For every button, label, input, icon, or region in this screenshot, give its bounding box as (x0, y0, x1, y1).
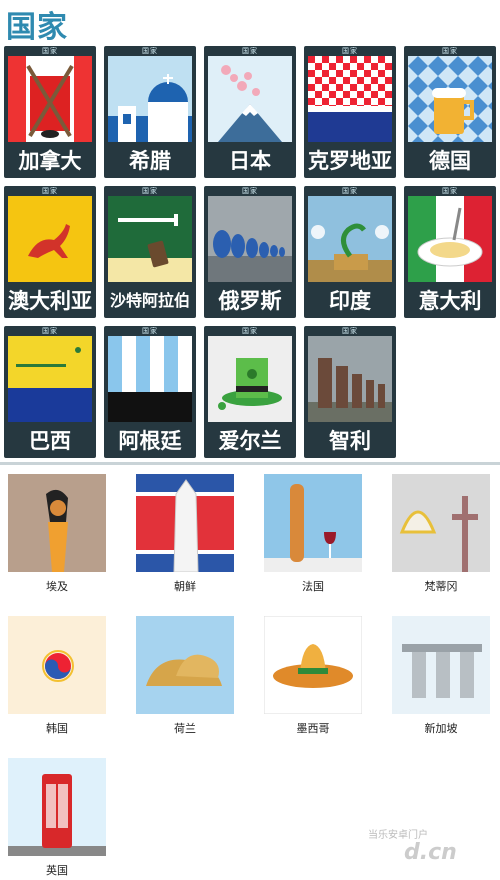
greece-church-icon (108, 56, 192, 142)
india-snake-icon (308, 196, 392, 282)
card-tag: 国家 (342, 47, 358, 55)
australia-kangaroo-icon (8, 196, 92, 282)
card-label: 沙特阿拉伯 (109, 291, 190, 310)
card-tag: 国家 (42, 327, 58, 335)
card-tag: 国家 (142, 187, 158, 195)
tile-label: 法国 (302, 580, 324, 593)
tile-south-korea[interactable]: 韩国 (8, 616, 106, 736)
saudi-sword-icon (108, 196, 192, 282)
card-saudi-arabia[interactable]: 国家 沙特阿拉伯 (104, 186, 196, 318)
card-russia[interactable]: 国家 俄罗斯 (204, 186, 296, 318)
card-canada[interactable]: 国家 加拿大 (4, 46, 96, 178)
card-india[interactable]: 国家 印度 (304, 186, 396, 318)
tile-label: 韩国 (46, 722, 68, 735)
page-title: 国家 (6, 10, 68, 45)
card-croatia[interactable]: 国家 克罗地亚 (304, 46, 396, 178)
tile-france[interactable]: 法国 (264, 474, 362, 594)
tile-label: 朝鲜 (174, 580, 196, 593)
card-chile[interactable]: 国家 智利 (304, 326, 396, 458)
card-label: 俄罗斯 (218, 289, 282, 313)
italy-pasta-icon (408, 196, 492, 282)
section-divider (0, 462, 500, 465)
tile-netherlands[interactable]: 荷兰 (136, 616, 234, 736)
card-tag: 国家 (242, 327, 258, 335)
card-label: 德国 (429, 149, 471, 173)
north-korea-tower-icon (136, 474, 234, 572)
card-argentina[interactable]: 国家 阿根廷 (104, 326, 196, 458)
card-label: 克罗地亚 (308, 149, 392, 173)
card-label: 印度 (329, 289, 371, 313)
egypt-pharaoh-icon (8, 474, 106, 572)
netherlands-clog-icon (136, 616, 234, 714)
germany-beer-icon (408, 56, 492, 142)
card-tag: 国家 (142, 327, 158, 335)
singapore-marina-icon (392, 616, 490, 714)
tile-label: 墨西哥 (296, 722, 330, 735)
watermark-logo: d.cn (404, 840, 457, 865)
card-tag: 国家 (242, 187, 258, 195)
card-germany[interactable]: 国家 德国 (404, 46, 496, 178)
tile-uk[interactable]: 英国 (8, 758, 106, 878)
tile-label: 埃及 (46, 580, 68, 593)
watermark-text: 当乐安卓门户 (368, 830, 428, 841)
ireland-hat-icon (208, 336, 292, 422)
card-label: 加拿大 (18, 149, 82, 173)
russia-matryoshka-icon (208, 196, 292, 282)
croatia-checker-icon (308, 56, 392, 142)
vatican-mitre-icon (392, 474, 490, 572)
chile-moai-icon (308, 336, 392, 422)
card-ireland[interactable]: 国家 爱尔兰 (204, 326, 296, 458)
brazil-jersey-icon (8, 336, 92, 422)
card-label: 澳大利亚 (8, 289, 92, 313)
japan-fuji-icon (208, 56, 292, 142)
france-bread-wine-icon (264, 474, 362, 572)
card-tag: 国家 (242, 47, 258, 55)
tile-mexico[interactable]: 墨西哥 (264, 616, 362, 736)
card-tag: 国家 (342, 327, 358, 335)
card-tag: 国家 (42, 187, 58, 195)
card-label: 智利 (329, 429, 371, 453)
card-label: 巴西 (29, 429, 71, 453)
card-italy[interactable]: 国家 意大利 (404, 186, 496, 318)
card-tag: 国家 (42, 47, 58, 55)
card-label: 希腊 (129, 149, 171, 173)
card-greece[interactable]: 国家 希腊 (104, 46, 196, 178)
card-label: 阿根廷 (118, 429, 182, 453)
card-label: 日本 (229, 149, 271, 173)
tile-label: 英国 (46, 864, 68, 877)
tile-label: 荷兰 (174, 722, 196, 735)
card-tag: 国家 (442, 187, 458, 195)
card-japan[interactable]: 国家 日本 (204, 46, 296, 178)
card-australia[interactable]: 国家 澳大利亚 (4, 186, 96, 318)
tile-north-korea[interactable]: 朝鲜 (136, 474, 234, 594)
card-tag: 国家 (442, 47, 458, 55)
uk-phonebox-icon (8, 758, 106, 856)
card-label: 意大利 (418, 289, 482, 313)
tile-label: 新加坡 (424, 722, 458, 735)
argentina-stripes-icon (108, 336, 192, 422)
tile-singapore[interactable]: 新加坡 (392, 616, 490, 736)
south-korea-taegeuk-icon (8, 616, 106, 714)
card-brazil[interactable]: 国家 巴西 (4, 326, 96, 458)
tile-vatican[interactable]: 梵蒂冈 (392, 474, 490, 594)
card-tag: 国家 (342, 187, 358, 195)
tile-egypt[interactable]: 埃及 (8, 474, 106, 594)
tile-label: 梵蒂冈 (424, 580, 458, 593)
canada-hockey-icon (8, 56, 92, 142)
card-tag: 国家 (142, 47, 158, 55)
mexico-sombrero-icon (264, 616, 362, 714)
card-label: 爱尔兰 (218, 429, 282, 453)
